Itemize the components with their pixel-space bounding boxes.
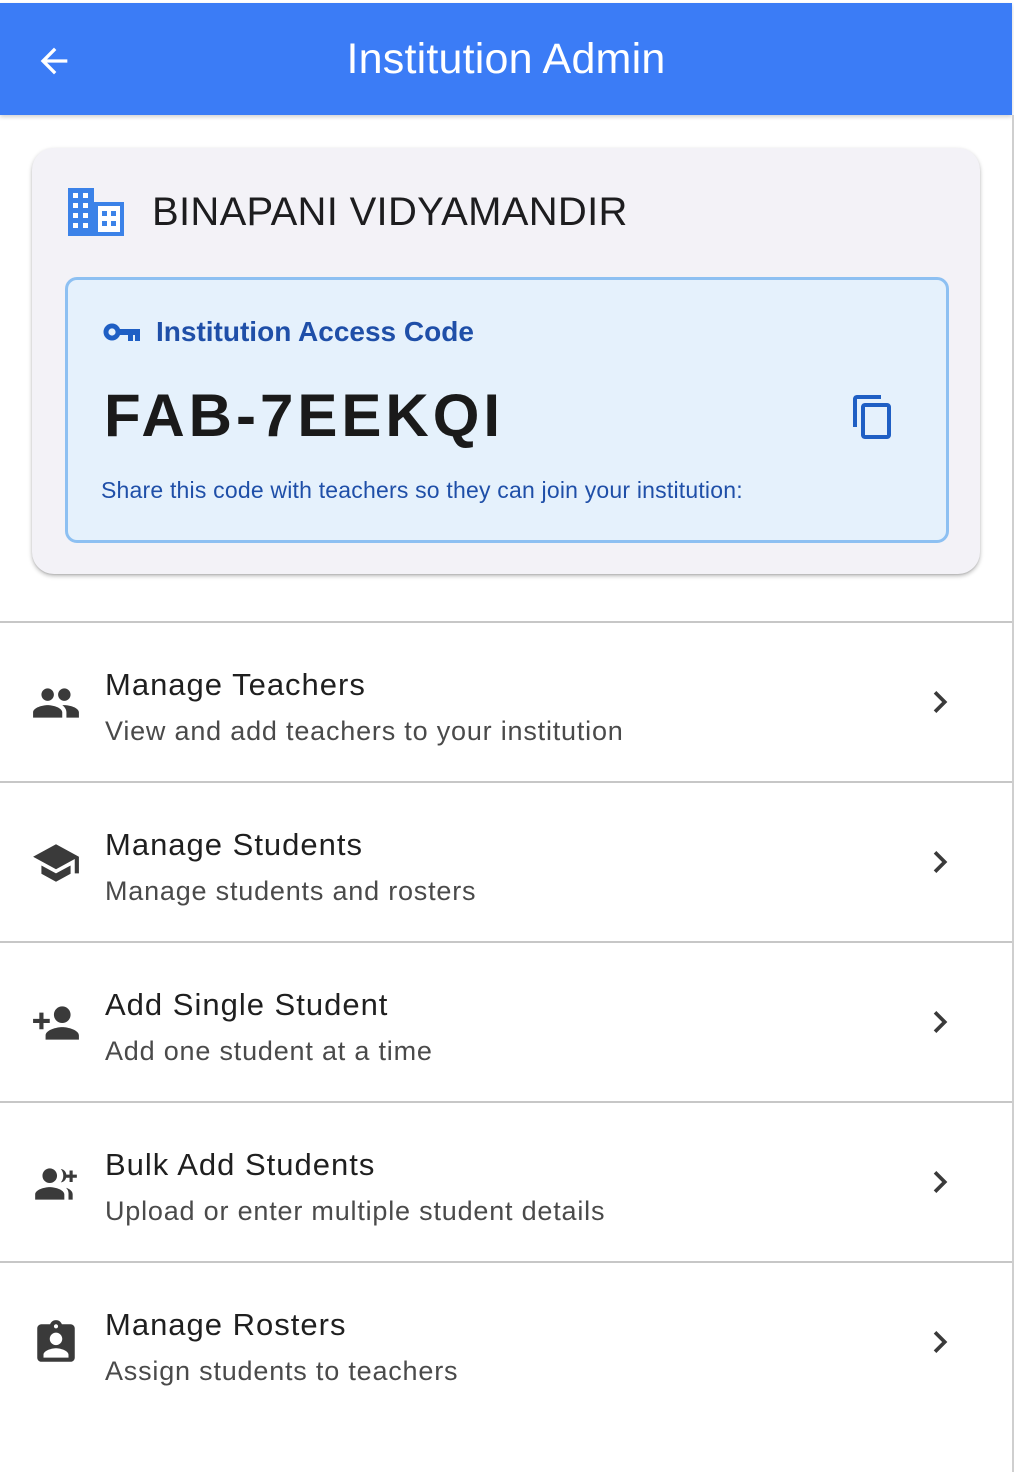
access-code-label: Institution Access Code: [156, 316, 474, 347]
menu-item-title: Add Single Student: [105, 987, 389, 1022]
chevron-right-icon: [933, 1011, 948, 1033]
copy-icon: [853, 395, 891, 439]
people-icon: [33, 688, 79, 718]
menu-item-title: Bulk Add Students: [105, 1147, 376, 1182]
menu-item-manage-students[interactable]: Manage Students Manage students and rost…: [0, 783, 1012, 943]
menu-item-bulk-add-students[interactable]: Bulk Add Students Upload or enter multip…: [0, 1103, 1012, 1263]
key-icon: [103, 323, 140, 341]
menu-item-manage-rosters[interactable]: Manage Rosters Assign students to teache…: [0, 1263, 1012, 1421]
menu-item-subtitle: View and add teachers to your institutio…: [105, 716, 624, 746]
page-title: Institution Admin: [346, 35, 666, 83]
access-code-box: Institution Access Code FAB-7EEKQI Share…: [65, 277, 949, 543]
menu-item-title: Manage Students: [105, 827, 364, 862]
person-add-icon: [33, 1006, 79, 1040]
school-icon: [33, 844, 79, 882]
institution-card: BINAPANI VIDYAMANDIR Institution Access …: [32, 148, 980, 574]
chevron-right-icon: [933, 691, 948, 713]
menu-item-subtitle: Manage students and rosters: [105, 876, 477, 906]
menu-item-title: Manage Teachers: [105, 667, 366, 702]
menu-item-subtitle: Upload or enter multiple student details: [105, 1196, 606, 1226]
copy-code-button[interactable]: [840, 384, 906, 450]
admin-menu: Manage Teachers View and add teachers to…: [0, 621, 1012, 1421]
chevron-right-icon: [933, 1171, 948, 1193]
menu-item-title: Manage Rosters: [105, 1307, 347, 1342]
assignment-ind-icon: [37, 1320, 75, 1362]
institution-name: BINAPANI VIDYAMANDIR: [152, 190, 628, 234]
chevron-right-icon: [933, 1331, 948, 1353]
group-add-icon: [35, 1168, 77, 1200]
menu-item-manage-teachers[interactable]: Manage Teachers View and add teachers to…: [0, 623, 1012, 783]
app-bar: Institution Admin: [0, 3, 1012, 115]
domain-icon: [68, 188, 124, 236]
access-code-value: FAB-7EEKQI: [104, 382, 505, 449]
menu-item-subtitle: Add one student at a time: [105, 1036, 433, 1066]
access-code-hint: Share this code with teachers so they ca…: [101, 477, 743, 503]
chevron-right-icon: [933, 851, 948, 873]
menu-item-add-single-student[interactable]: Add Single Student Add one student at a …: [0, 943, 1012, 1103]
menu-item-subtitle: Assign students to teachers: [105, 1356, 459, 1386]
